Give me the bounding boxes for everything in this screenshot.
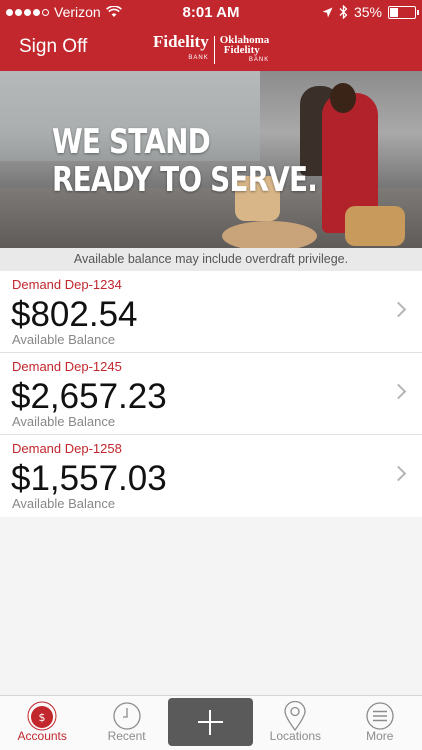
account-balance-label: Available Balance xyxy=(12,414,116,429)
logo-secondary-sub: BANK xyxy=(248,57,270,63)
status-bar: Verizon 8:01 AM 35% xyxy=(0,0,422,24)
account-balance-label: Available Balance xyxy=(12,496,116,511)
hero-chair xyxy=(345,206,405,246)
hero-table xyxy=(222,221,317,248)
tab-add[interactable] xyxy=(168,696,254,750)
logo-secondary-line2: Fidelity xyxy=(223,44,260,56)
account-list: Demand Dep-1234 $802.54 Available Balanc… xyxy=(0,271,422,517)
tab-accounts[interactable]: $ Accounts xyxy=(0,696,84,750)
location-arrow-icon xyxy=(322,7,333,17)
hero-line-1: WE STAND xyxy=(52,122,211,162)
hero-person-head xyxy=(330,83,356,113)
account-name: Demand Dep-1245 xyxy=(12,359,122,374)
logo-divider xyxy=(213,36,215,64)
bank-logo: Fidelity BANK Oklahoma Fidelity BANK xyxy=(153,33,269,67)
battery-level xyxy=(390,7,398,17)
svg-text:$: $ xyxy=(39,711,46,724)
tab-bar: $ Accounts Recent Locations More xyxy=(0,695,422,750)
tab-label: Recent xyxy=(107,729,146,743)
app-header: Sign Off Fidelity BANK Oklahoma Fidelity… xyxy=(0,24,422,71)
hero-line-2: READY TO SERVE. xyxy=(52,160,318,200)
hero-banner: WE STAND READY TO SERVE. xyxy=(0,71,422,248)
sign-off-button[interactable]: Sign Off xyxy=(19,36,87,58)
map-pin-icon xyxy=(284,701,307,731)
add-button[interactable] xyxy=(168,698,254,746)
dollar-coin-icon: $ xyxy=(27,701,57,731)
account-balance: $2,657.23 xyxy=(11,377,167,416)
hero-headline: WE STAND READY TO SERVE. xyxy=(52,122,318,200)
status-right: 35% xyxy=(322,4,419,20)
logo-primary: Fidelity BANK xyxy=(153,33,209,67)
chevron-right-icon xyxy=(390,383,407,400)
account-row[interactable]: Demand Dep-1245 $2,657.23 Available Bala… xyxy=(0,353,422,435)
plus-icon xyxy=(209,710,212,735)
tab-more[interactable]: More xyxy=(338,696,422,750)
battery-percent: 35% xyxy=(353,4,382,20)
account-balance: $802.54 xyxy=(11,295,138,334)
account-name: Demand Dep-1234 xyxy=(12,277,122,292)
tab-recent[interactable]: Recent xyxy=(84,696,168,750)
chevron-right-icon xyxy=(390,465,407,482)
tab-label: Accounts xyxy=(17,729,67,743)
account-balance: $1,557.03 xyxy=(11,459,167,498)
account-name: Demand Dep-1258 xyxy=(12,441,122,456)
chevron-right-icon xyxy=(390,301,407,318)
menu-icon xyxy=(366,702,394,730)
logo-primary-sub: BANK xyxy=(188,55,209,61)
tab-locations[interactable]: Locations xyxy=(253,696,337,750)
logo-secondary: Oklahoma Fidelity BANK xyxy=(220,35,270,65)
battery-icon xyxy=(388,5,419,19)
account-row[interactable]: Demand Dep-1258 $1,557.03 Available Bala… xyxy=(0,435,422,517)
account-row[interactable]: Demand Dep-1234 $802.54 Available Balanc… xyxy=(0,271,422,353)
logo-primary-name: Fidelity xyxy=(153,32,209,51)
account-balance-label: Available Balance xyxy=(12,332,116,347)
bluetooth-icon xyxy=(339,5,348,19)
tab-label: More xyxy=(366,729,394,743)
tab-label: Locations xyxy=(269,729,322,743)
clock-icon xyxy=(112,702,141,730)
overdraft-notice: Available balance may include overdraft … xyxy=(0,248,422,271)
